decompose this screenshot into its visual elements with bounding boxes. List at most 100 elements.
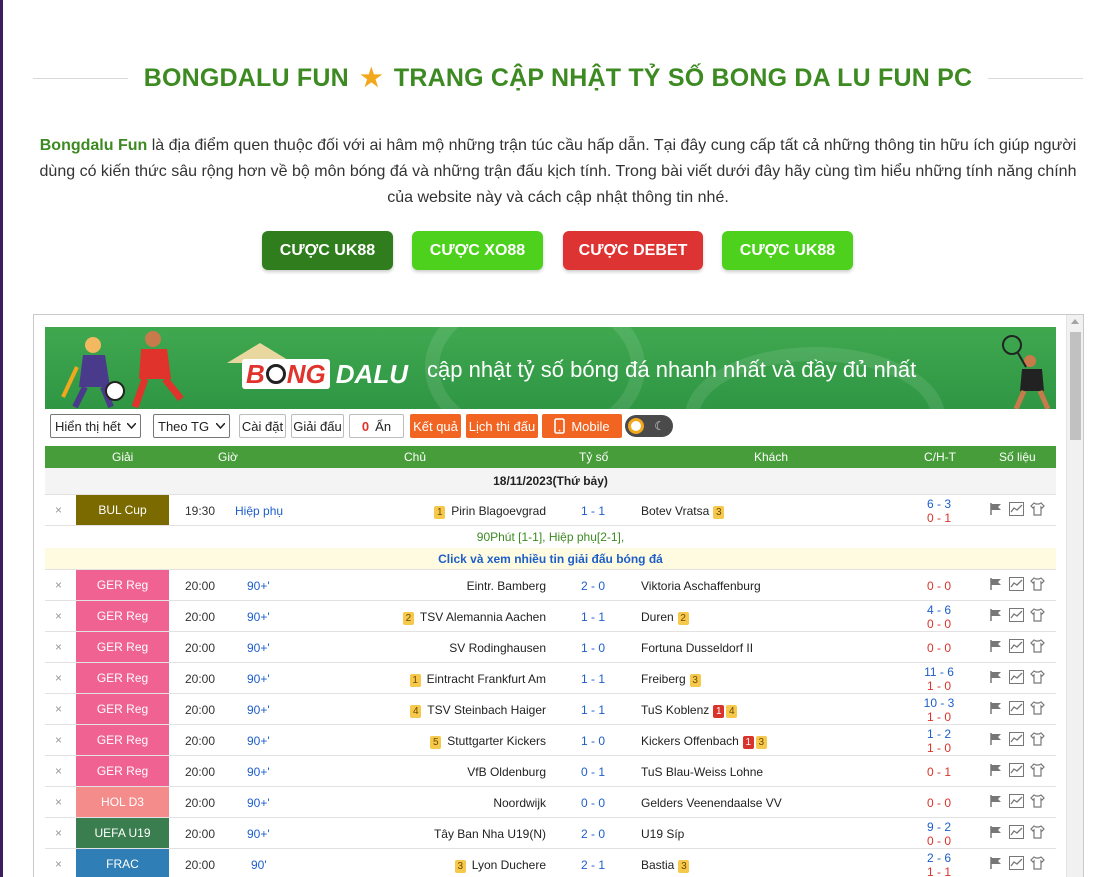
match-row[interactable]: × GER Reg 20:00 90+' 2 TSV Alemannia Aachen 1 … xyxy=(45,601,1056,632)
line-chart-icon[interactable] xyxy=(1009,794,1024,808)
intro-brand-link[interactable]: Bongdalu Fun xyxy=(40,137,148,154)
match-score[interactable]: 1 - 1 xyxy=(565,504,621,518)
display-select[interactable]: Hiển thị hết xyxy=(50,414,141,438)
match-score[interactable]: 0 - 0 xyxy=(565,796,621,810)
shirt-icon[interactable] xyxy=(1030,825,1045,839)
flag-icon[interactable] xyxy=(989,577,1003,591)
shirt-icon[interactable] xyxy=(1030,639,1045,653)
close-icon[interactable]: × xyxy=(55,795,62,809)
match-row[interactable]: × FRAC 20:00 90' 3 Lyon Duchere 2 - 1 Bastia 3 2 … xyxy=(45,849,1056,877)
mobile-button[interactable]: Mobile xyxy=(542,414,622,438)
flag-icon[interactable] xyxy=(989,670,1003,684)
scrollbar[interactable] xyxy=(1066,315,1083,877)
league-badge[interactable]: GER Reg xyxy=(76,663,169,693)
line-chart-icon[interactable] xyxy=(1009,732,1024,746)
line-chart-icon[interactable] xyxy=(1009,502,1024,516)
league-badge[interactable]: GER Reg xyxy=(76,694,169,724)
match-score[interactable]: 2 - 0 xyxy=(565,579,621,593)
cta-button-xo88[interactable]: CƯỢC XO88 xyxy=(412,231,543,270)
dark-mode-toggle[interactable]: ☾ xyxy=(625,415,673,437)
close-icon[interactable]: × xyxy=(55,857,62,871)
shirt-icon[interactable] xyxy=(1030,763,1045,777)
hidden-matches-button[interactable]: 0 Ẩn xyxy=(349,414,404,438)
home-team[interactable]: SV Rodinghausen xyxy=(449,641,546,655)
match-row[interactable]: × GER Reg 20:00 90+' 5 Stuttgarter Kickers 1 -… xyxy=(45,725,1056,756)
away-team[interactable]: TuS Koblenz xyxy=(641,703,709,717)
match-score[interactable]: 1 - 1 xyxy=(565,703,621,717)
line-chart-icon[interactable] xyxy=(1009,763,1024,777)
line-chart-icon[interactable] xyxy=(1009,639,1024,653)
league-badge[interactable]: GER Reg xyxy=(76,601,169,631)
match-score[interactable]: 1 - 0 xyxy=(565,734,621,748)
close-icon[interactable]: × xyxy=(55,578,62,592)
results-button[interactable]: Kết quả xyxy=(410,414,461,438)
flag-icon[interactable] xyxy=(989,825,1003,839)
match-row[interactable]: × GER Reg 20:00 90+' VfB Oldenburg 0 - 1 TuS B… xyxy=(45,756,1056,787)
flag-icon[interactable] xyxy=(989,608,1003,622)
match-score[interactable]: 0 - 1 xyxy=(565,765,621,779)
match-row[interactable]: × BUL Cup 19:30 Hiệp phụ 1 Pirin Blagoevgrad 1… xyxy=(45,495,1056,526)
shirt-icon[interactable] xyxy=(1030,732,1045,746)
settings-button[interactable]: Cài đặt xyxy=(239,414,286,438)
shirt-icon[interactable] xyxy=(1030,794,1045,808)
close-icon[interactable]: × xyxy=(55,764,62,778)
shirt-icon[interactable] xyxy=(1030,502,1045,516)
match-score[interactable]: 2 - 1 xyxy=(565,858,621,872)
shirt-icon[interactable] xyxy=(1030,577,1045,591)
away-team[interactable]: Fortuna Dusseldorf II xyxy=(641,641,753,655)
line-chart-icon[interactable] xyxy=(1009,856,1024,870)
home-team[interactable]: Eintr. Bamberg xyxy=(467,579,546,593)
cta-button-uk88[interactable]: CƯỢC UK88 xyxy=(262,231,393,270)
league-badge[interactable]: GER Reg xyxy=(76,756,169,786)
line-chart-icon[interactable] xyxy=(1009,608,1024,622)
line-chart-icon[interactable] xyxy=(1009,577,1024,591)
match-score[interactable]: 1 - 0 xyxy=(565,641,621,655)
shirt-icon[interactable] xyxy=(1030,670,1045,684)
home-team[interactable]: Eintracht Frankfurt Am xyxy=(427,672,546,686)
match-score[interactable]: 1 - 1 xyxy=(565,610,621,624)
match-score[interactable]: 1 - 1 xyxy=(565,672,621,686)
match-row[interactable]: × GER Reg 20:00 90+' Eintr. Bamberg 2 - 0 Vikt… xyxy=(45,570,1056,601)
flag-icon[interactable] xyxy=(989,794,1003,808)
close-icon[interactable]: × xyxy=(55,671,62,685)
close-icon[interactable]: × xyxy=(55,733,62,747)
home-team[interactable]: TSV Alemannia Aachen xyxy=(420,610,546,624)
match-score[interactable]: 2 - 0 xyxy=(565,827,621,841)
match-row[interactable]: × UEFA U19 20:00 90+' Tây Ban Nha U19(N) 2 - … xyxy=(45,818,1056,849)
away-team[interactable]: Duren xyxy=(641,610,674,624)
shirt-icon[interactable] xyxy=(1030,701,1045,715)
league-news-link[interactable]: Click và xem nhiều tin giải đấu bóng đá xyxy=(45,548,1056,570)
league-filter-button[interactable]: Giải đấu xyxy=(291,414,344,438)
close-icon[interactable]: × xyxy=(55,640,62,654)
shirt-icon[interactable] xyxy=(1030,856,1045,870)
scroll-up-arrow-icon[interactable] xyxy=(1071,319,1079,324)
league-badge[interactable]: HOL D3 xyxy=(76,787,169,817)
cta-button-uk88-2[interactable]: CƯỢC UK88 xyxy=(722,231,853,270)
flag-icon[interactable] xyxy=(989,732,1003,746)
match-row[interactable]: × GER Reg 20:00 90+' 4 TSV Steinbach Haiger 1 … xyxy=(45,694,1056,725)
home-team[interactable]: VfB Oldenburg xyxy=(467,765,546,779)
close-icon[interactable]: × xyxy=(55,503,62,517)
line-chart-icon[interactable] xyxy=(1009,701,1024,715)
flag-icon[interactable] xyxy=(989,502,1003,516)
flag-icon[interactable] xyxy=(989,763,1003,777)
match-row[interactable]: × GER Reg 20:00 90+' SV Rodinghausen 1 - 0 For… xyxy=(45,632,1056,663)
league-badge[interactable]: GER Reg xyxy=(76,570,169,600)
close-icon[interactable]: × xyxy=(55,826,62,840)
close-icon[interactable]: × xyxy=(55,702,62,716)
flag-icon[interactable] xyxy=(989,701,1003,715)
home-team[interactable]: Noordwijk xyxy=(493,796,546,810)
league-badge[interactable]: FRAC xyxy=(76,849,169,877)
away-team[interactable]: Gelders Veenendaalse VV xyxy=(641,796,782,810)
away-team[interactable]: U19 Síp xyxy=(641,827,684,841)
away-team[interactable]: TuS Blau-Weiss Lohne xyxy=(641,765,763,779)
away-team[interactable]: Kickers Offenbach xyxy=(641,734,739,748)
away-team[interactable]: Viktoria Aschaffenburg xyxy=(641,579,761,593)
home-team[interactable]: Pirin Blagoevgrad xyxy=(451,504,546,518)
match-row[interactable]: × HOL D3 20:00 90+' Noordwijk 0 - 0 Gelders Ve… xyxy=(45,787,1056,818)
scroll-thumb[interactable] xyxy=(1070,332,1081,440)
home-team[interactable]: Lyon Duchere xyxy=(472,858,546,872)
line-chart-icon[interactable] xyxy=(1009,670,1024,684)
league-badge[interactable]: BUL Cup xyxy=(76,495,169,525)
away-team[interactable]: Freiberg xyxy=(641,672,686,686)
